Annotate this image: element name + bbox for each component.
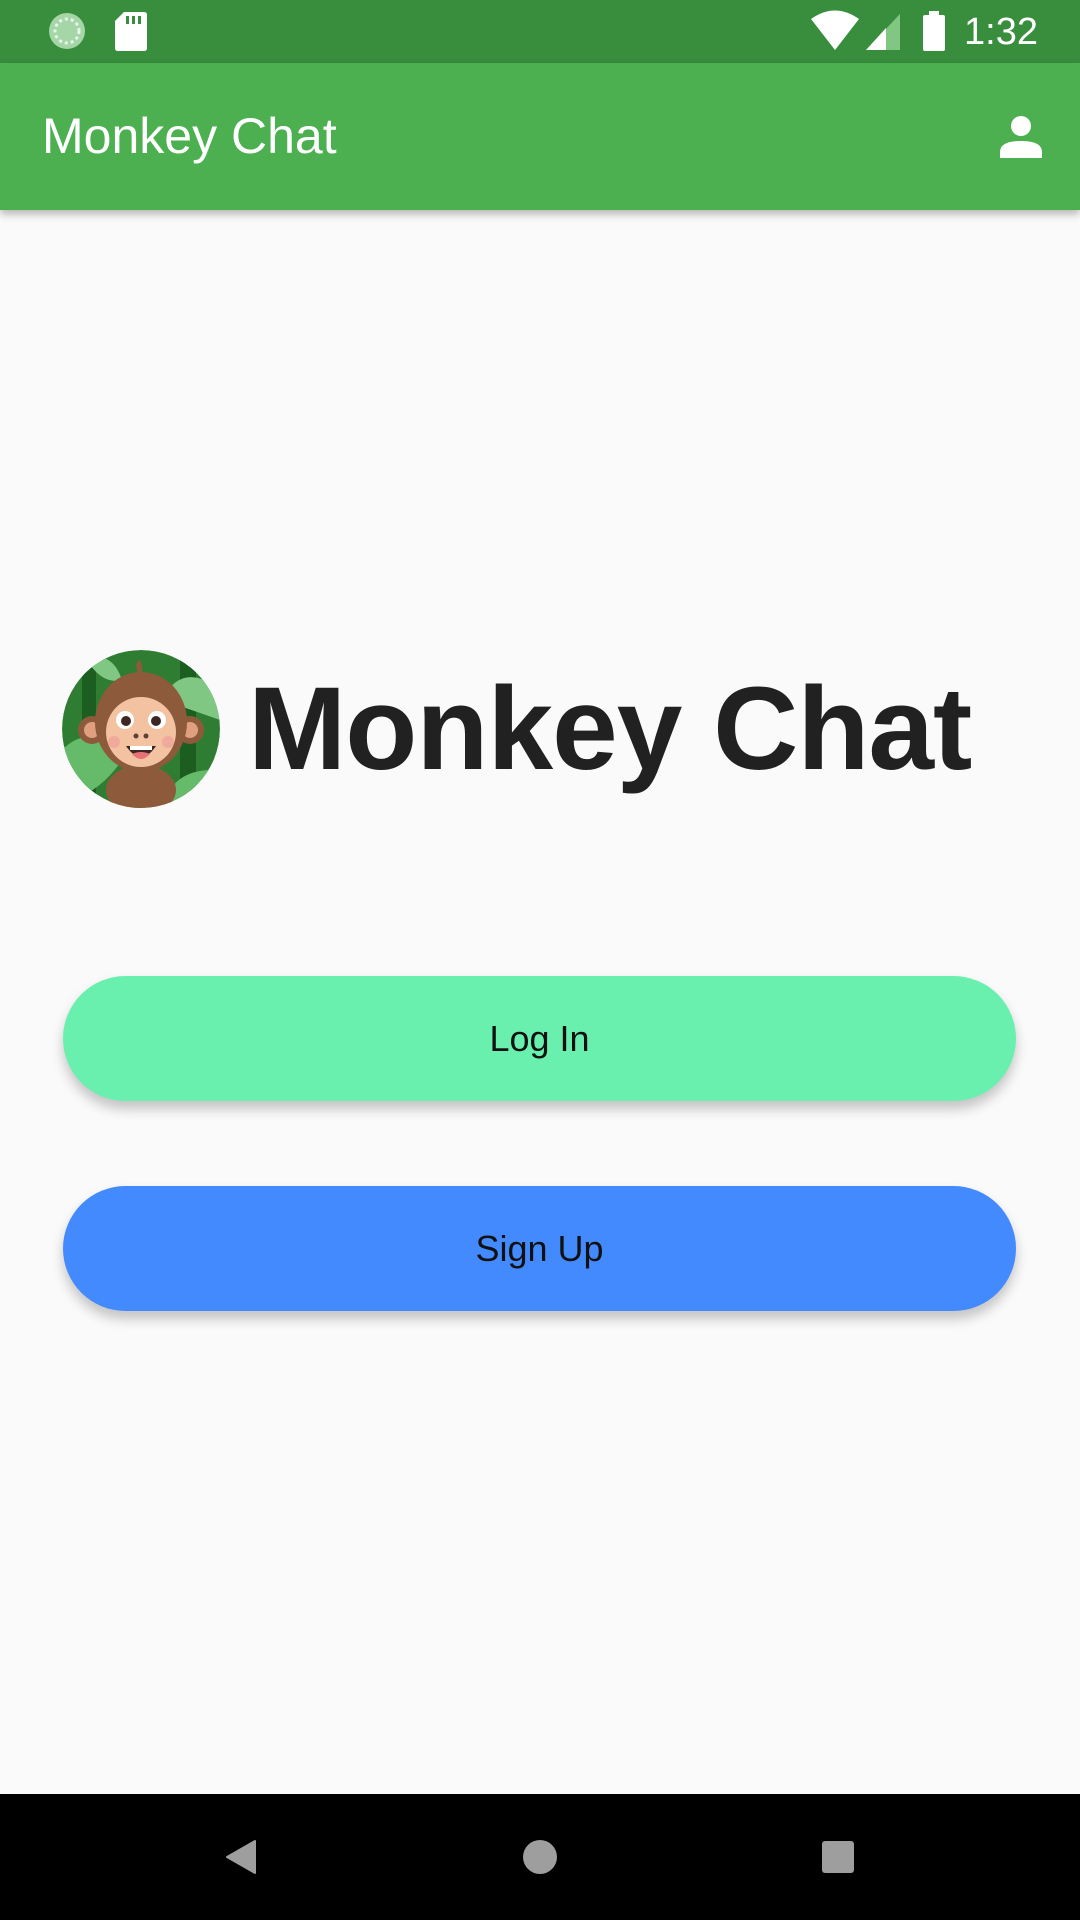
signup-button[interactable]: Sign Up <box>63 1186 1016 1311</box>
recents-button[interactable] <box>805 1824 871 1890</box>
back-icon <box>226 1840 256 1874</box>
recents-icon <box>822 1841 854 1873</box>
monkey-logo-icon <box>62 650 220 808</box>
app-bar: Monkey Chat <box>0 63 1080 210</box>
sd-card-icon <box>115 12 147 51</box>
login-button[interactable]: Log In <box>63 976 1016 1101</box>
brand-logo <box>62 650 220 808</box>
app-title: Monkey Chat <box>42 108 337 164</box>
status-bar: 1:32 <box>0 0 1080 63</box>
account-button[interactable] <box>984 100 1058 174</box>
status-time: 1:32 <box>964 11 1038 53</box>
brand: Monkey Chat <box>62 650 972 808</box>
battery-icon <box>923 11 945 51</box>
home-icon <box>523 1840 557 1874</box>
brand-name: Monkey Chat <box>248 663 972 795</box>
cell-signal-icon <box>866 14 900 50</box>
wifi-icon <box>811 10 859 50</box>
navigation-bar <box>0 1794 1080 1920</box>
person-icon <box>1000 116 1042 158</box>
sync-icon <box>49 13 85 49</box>
home-button[interactable] <box>507 1824 573 1890</box>
back-button[interactable] <box>208 1824 274 1890</box>
